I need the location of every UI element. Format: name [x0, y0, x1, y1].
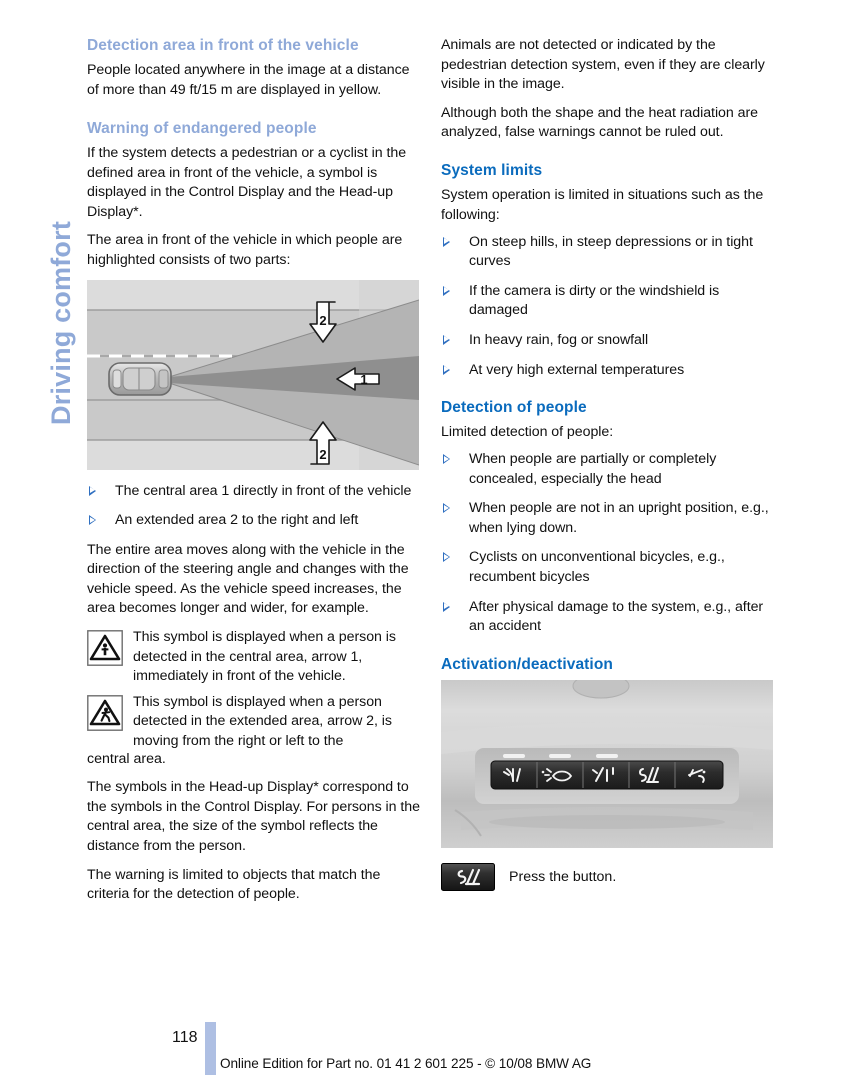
list-item: On steep hills, in steep depressions or … — [441, 233, 776, 272]
chapter-tab: Driving comfort — [0, 30, 76, 430]
list-item-label: Cyclists on unconventional bicycles, e.g… — [469, 549, 725, 586]
list-item: When people are not in an upright positi… — [441, 499, 776, 538]
car-top-view — [108, 361, 172, 396]
bullet-triangle-icon — [443, 236, 450, 247]
list-item: When people are partially or completely … — [441, 450, 776, 489]
bullet-triangle-icon — [443, 552, 450, 563]
symbol-text-extended-area-continued: central area. — [87, 750, 166, 767]
heading-detection-area: Detection area in front of the vehicle — [87, 37, 359, 54]
heading-detection-of-people: Detection of people — [441, 399, 587, 417]
night-vision-pedestrian-button-icon — [441, 863, 495, 892]
overhead-console-buttons-photo — [441, 673, 776, 853]
manual-page: Driving comfort Detection area in front … — [0, 0, 849, 1081]
paragraph-two-parts: The area in front of the vehicle in whic… — [87, 232, 403, 268]
bullet-triangle-icon — [443, 601, 450, 612]
paragraph-animals: Animals are not detected or indicated by… — [441, 37, 765, 93]
list-item-label: After physical damage to the system, e.g… — [469, 598, 764, 635]
heading-activation-deactivation: Activation/deactivation — [441, 655, 613, 673]
list-item-label: When people are partially or completely … — [469, 451, 717, 487]
list-item-label: The central area 1 directly in front of … — [115, 482, 412, 499]
press-button-instruction: Press the button. — [441, 863, 776, 892]
list-item: An extended area 2 to the right and left — [87, 511, 422, 531]
press-button-label: Press the button. — [509, 869, 617, 886]
list-item-label: In heavy rain, fog or snowfall — [469, 331, 649, 348]
chapter-tab-label: Driving comfort — [46, 220, 76, 425]
right-column: Animals are not detected or indicated by… — [441, 36, 776, 892]
callout-label-2-top: 2 — [319, 313, 326, 328]
list-item: Cyclists on unconventional bicycles, e.g… — [441, 548, 776, 587]
left-column: Detection area in front of the vehicle P… — [87, 36, 422, 914]
list-item: If the camera is dirty or the windshield… — [441, 282, 776, 321]
detection-area-diagram: 1 2 2 — [87, 279, 422, 470]
footer-text: Online Edition for Part no. 01 41 2 601 … — [220, 1056, 592, 1071]
list-item-label: On steep hills, in steep depressions or … — [469, 233, 753, 270]
list-item-label: An extended area 2 to the right and left — [115, 512, 359, 529]
bullet-triangle-icon — [443, 503, 450, 514]
paragraph-warning-criteria: The warning is limited to objects that m… — [87, 866, 381, 903]
paragraph-detection-area: People located anywhere in the image at … — [87, 62, 410, 98]
symbol-text-extended-area: This symbol is displayed when a person d… — [133, 693, 392, 750]
detection-of-people-list: When people are partially or completely … — [441, 450, 776, 637]
callout-label-1: 1 — [360, 372, 367, 387]
footer-accent-bar — [205, 1022, 216, 1075]
paragraph-false-warnings: Although both the shape and the heat rad… — [441, 104, 758, 141]
callout-label-2-bottom: 2 — [319, 447, 326, 462]
bullet-triangle-icon — [443, 285, 450, 296]
list-item: The central area 1 directly in front of … — [87, 482, 422, 502]
paragraph-system-limits-intro: System operation is limited in situation… — [441, 187, 764, 223]
bullet-triangle-icon — [89, 515, 96, 526]
bullet-triangle-icon — [89, 485, 96, 496]
heading-system-limits: System limits — [441, 161, 543, 179]
bullet-triangle-icon — [443, 454, 450, 465]
symbol-row-central-area: This symbol is displayed when a person i… — [87, 628, 422, 687]
pedestrian-warning-triangle-standing-icon — [87, 630, 123, 666]
heading-warning-endangered: Warning of endangered people — [87, 119, 317, 137]
list-item: In heavy rain, fog or snowfall — [441, 331, 776, 351]
paragraph-limited-detection: Limited detection of people: — [441, 424, 614, 441]
list-item-label: When people are not in an upright positi… — [469, 500, 769, 536]
pedestrian-warning-triangle-walking-icon — [87, 694, 123, 731]
system-limits-list: On steep hills, in steep depressions or … — [441, 233, 776, 381]
area-parts-list: The central area 1 directly in front of … — [87, 482, 422, 531]
symbol-row-extended-area: This symbol is displayed when a person d… — [87, 693, 422, 752]
bullet-triangle-icon — [443, 364, 450, 375]
list-item-label: At very high external temperatures — [469, 361, 685, 378]
list-item: After physical damage to the system, e.g… — [441, 598, 776, 637]
paragraph-hud-symbols: The symbols in the Head-up Display* corr… — [87, 779, 420, 854]
bullet-triangle-icon — [443, 334, 450, 345]
paragraph-area-moves: The entire area moves along with the veh… — [87, 541, 409, 617]
page-number: 118 — [172, 1029, 198, 1046]
list-item-label: If the camera is dirty or the windshield… — [469, 282, 720, 319]
paragraph-warning-symbol: If the system detects a pedestrian or a … — [87, 144, 407, 220]
list-item: At very high external temperatures — [441, 361, 776, 381]
symbol-text-central-area: This symbol is displayed when a person i… — [133, 629, 396, 685]
